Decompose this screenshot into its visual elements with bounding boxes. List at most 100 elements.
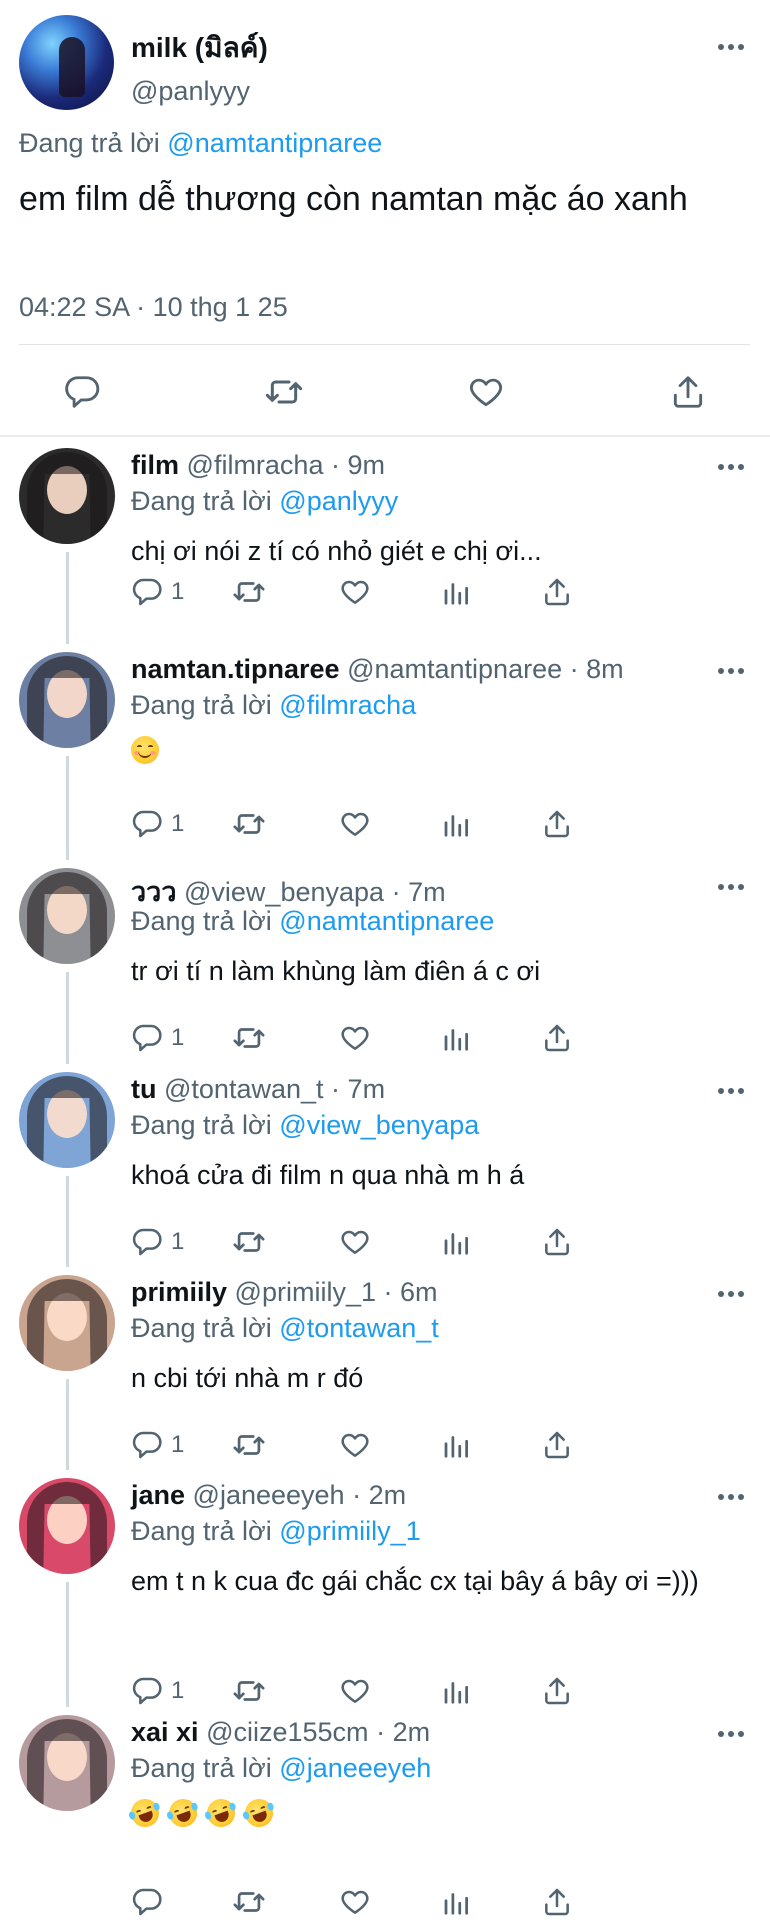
separator-dot: · bbox=[352, 1480, 362, 1510]
author-name[interactable]: namtan.tipnaree bbox=[131, 654, 340, 684]
more-icon[interactable] bbox=[716, 1076, 746, 1106]
like-button[interactable] bbox=[339, 804, 371, 844]
author-name[interactable]: ววว bbox=[131, 877, 176, 907]
views-button[interactable] bbox=[441, 572, 471, 612]
retweet-button[interactable] bbox=[232, 1882, 266, 1920]
author-handle[interactable]: @tontawan_t bbox=[164, 1074, 324, 1104]
like-button[interactable] bbox=[339, 1671, 371, 1711]
retweet-button[interactable] bbox=[232, 1222, 266, 1262]
relative-time[interactable]: 9m bbox=[348, 450, 386, 480]
author-handle[interactable]: @janeeeyeh bbox=[193, 1480, 345, 1510]
views-button[interactable] bbox=[441, 1018, 471, 1058]
replying-to-mention[interactable]: @filmracha bbox=[279, 690, 416, 720]
replying-to-mention[interactable]: @tontawan_t bbox=[279, 1313, 439, 1343]
more-icon[interactable] bbox=[716, 656, 746, 686]
author-handle[interactable]: @namtantipnaree bbox=[347, 654, 562, 684]
views-button[interactable] bbox=[441, 1425, 471, 1465]
avatar[interactable] bbox=[19, 1715, 115, 1811]
relative-time[interactable]: 2m bbox=[369, 1480, 407, 1510]
avatar[interactable] bbox=[19, 1072, 115, 1168]
reply-button[interactable]: 1 bbox=[131, 1671, 184, 1711]
replying-to: Đang trả lời @namtantipnaree bbox=[19, 128, 382, 159]
more-icon[interactable] bbox=[716, 452, 746, 482]
retweet-icon bbox=[233, 1892, 265, 1912]
retweet-button[interactable] bbox=[232, 1425, 266, 1465]
share-button[interactable] bbox=[541, 1222, 573, 1262]
more-icon[interactable] bbox=[716, 1482, 746, 1512]
replying-to-mention[interactable]: @panlyyy bbox=[279, 486, 398, 516]
reply-button[interactable]: 1 bbox=[131, 1018, 184, 1058]
like-button[interactable] bbox=[462, 368, 510, 416]
retweet-icon bbox=[233, 1435, 265, 1455]
author-name[interactable]: milk (มิลค์) bbox=[131, 26, 268, 70]
retweet-button[interactable] bbox=[260, 368, 308, 416]
author-handle[interactable]: @panlyyy bbox=[131, 76, 250, 107]
separator-dot: · bbox=[383, 1277, 393, 1307]
share-button[interactable] bbox=[541, 1018, 573, 1058]
tweet-timestamp[interactable]: 04:22 SA · 10 thg 1 25 bbox=[19, 292, 288, 323]
retweet-button[interactable] bbox=[232, 1018, 266, 1058]
share-button[interactable] bbox=[541, 1671, 573, 1711]
relative-time[interactable]: 8m bbox=[586, 654, 624, 684]
more-icon[interactable] bbox=[716, 1279, 746, 1309]
author-name[interactable]: xai xi bbox=[131, 1717, 199, 1747]
author-name[interactable]: primiily bbox=[131, 1277, 227, 1307]
like-button[interactable] bbox=[339, 572, 371, 612]
retweet-button[interactable] bbox=[232, 572, 266, 612]
author-name[interactable]: tu bbox=[131, 1074, 156, 1104]
avatar[interactable] bbox=[19, 15, 114, 110]
author-handle[interactable]: @filmracha bbox=[187, 450, 324, 480]
share-button[interactable] bbox=[541, 1425, 573, 1465]
avatar[interactable] bbox=[19, 652, 115, 748]
views-button[interactable] bbox=[441, 804, 471, 844]
reply-action-bar: 1 bbox=[131, 572, 691, 612]
like-button[interactable] bbox=[339, 1425, 371, 1465]
retweet-button[interactable] bbox=[232, 1671, 266, 1711]
replying-to-mention[interactable]: @janeeeyeh bbox=[279, 1753, 431, 1783]
more-icon[interactable] bbox=[716, 32, 746, 62]
rofl-emoji bbox=[165, 1795, 201, 1831]
reply-button[interactable]: 1 bbox=[131, 1425, 184, 1465]
reply-button[interactable]: 1 bbox=[131, 1222, 184, 1262]
author-name[interactable]: jane bbox=[131, 1480, 185, 1510]
separator-dot: · bbox=[569, 654, 579, 684]
like-icon bbox=[341, 812, 369, 836]
share-button[interactable] bbox=[541, 804, 573, 844]
like-button[interactable] bbox=[339, 1018, 371, 1058]
views-button[interactable] bbox=[441, 1882, 471, 1920]
replying-to: Đang trả lời @view_benyapa bbox=[131, 1110, 479, 1141]
author-handle[interactable]: @primiily_1 bbox=[235, 1277, 376, 1307]
avatar[interactable] bbox=[19, 1275, 115, 1371]
share-button[interactable] bbox=[541, 1882, 573, 1920]
more-icon[interactable] bbox=[716, 1719, 746, 1749]
relative-time[interactable]: 7m bbox=[408, 877, 446, 907]
reply-button[interactable]: 1 bbox=[131, 804, 184, 844]
views-button[interactable] bbox=[441, 1222, 471, 1262]
author-name[interactable]: film bbox=[131, 450, 179, 480]
views-button[interactable] bbox=[441, 1671, 471, 1711]
replying-to: Đang trả lời @primiily_1 bbox=[131, 1516, 421, 1547]
share-button[interactable] bbox=[541, 572, 573, 612]
avatar[interactable] bbox=[19, 448, 115, 544]
replying-to-mention[interactable]: @primiily_1 bbox=[279, 1516, 420, 1546]
views-icon bbox=[444, 1682, 468, 1704]
relative-time[interactable]: 6m bbox=[400, 1277, 438, 1307]
reply-button[interactable] bbox=[131, 1882, 171, 1920]
more-icon[interactable] bbox=[716, 872, 746, 902]
replying-to-mention[interactable]: @view_benyapa bbox=[279, 1110, 479, 1140]
retweet-button[interactable] bbox=[232, 804, 266, 844]
like-button[interactable] bbox=[339, 1882, 371, 1920]
author-handle[interactable]: @view_benyapa bbox=[184, 877, 384, 907]
replying-to-mention[interactable]: @namtantipnaree bbox=[279, 906, 494, 936]
share-button[interactable] bbox=[664, 368, 712, 416]
reply-button[interactable]: 1 bbox=[131, 572, 184, 612]
author-handle[interactable]: @ciize155cm bbox=[206, 1717, 368, 1747]
like-button[interactable] bbox=[339, 1222, 371, 1262]
avatar[interactable] bbox=[19, 1478, 115, 1574]
relative-time[interactable]: 7m bbox=[348, 1074, 386, 1104]
avatar[interactable] bbox=[19, 868, 115, 964]
replying-to-mention[interactable]: @namtantipnaree bbox=[167, 128, 382, 158]
reply-button[interactable] bbox=[58, 368, 106, 416]
reply-text-content: khoá cửa đi film n qua nhà m h á bbox=[131, 1160, 525, 1190]
relative-time[interactable]: 2m bbox=[393, 1717, 431, 1747]
